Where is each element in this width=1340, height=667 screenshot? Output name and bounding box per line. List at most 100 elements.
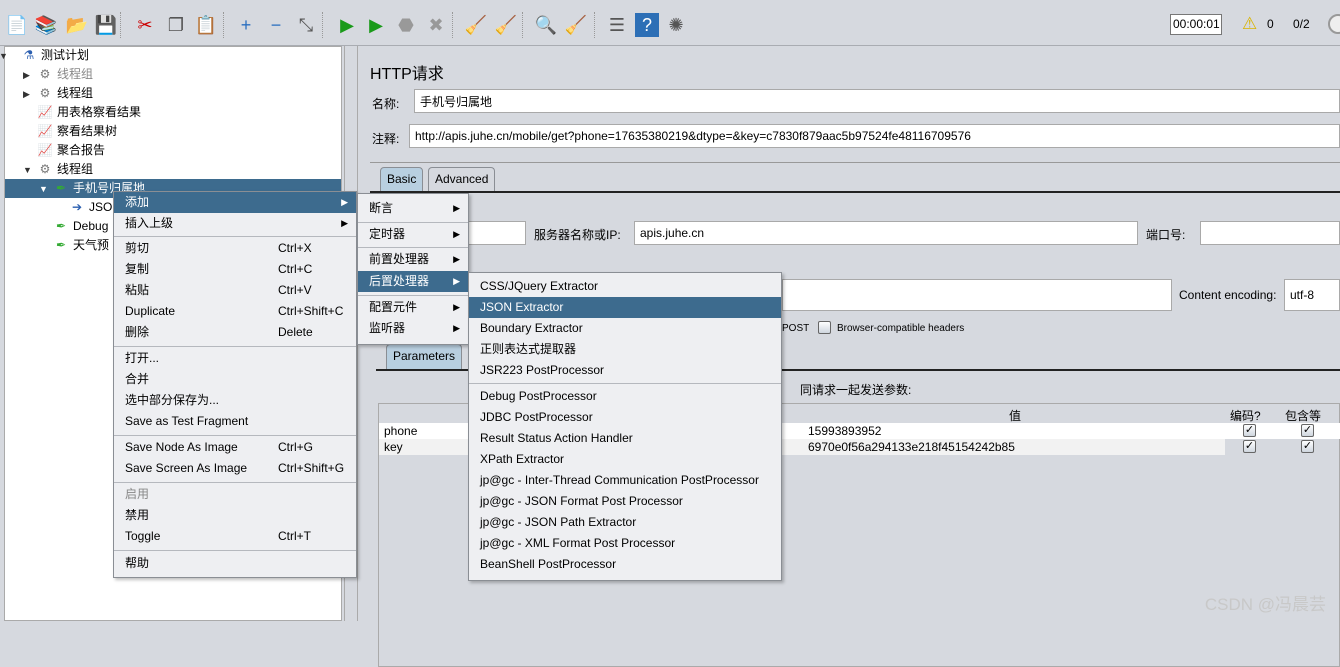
tree-node[interactable]: 📈 用表格察看结果 — [37, 103, 142, 122]
menu-item[interactable]: jp@gc - JSON Path Extractor — [469, 512, 781, 533]
param-name[interactable]: phone — [384, 424, 417, 438]
menu-item[interactable]: Save as Test Fragment — [114, 411, 356, 432]
menu-item[interactable]: 监听器 ▶ — [358, 318, 468, 339]
menu-item[interactable]: 断言 ▶ — [358, 198, 468, 219]
tree-node[interactable]: ✒ 天气预 — [53, 236, 109, 255]
encode-checkbox[interactable]: ✓ — [1243, 440, 1256, 453]
browser-headers-checkbox[interactable] — [818, 321, 831, 334]
menu-item[interactable]: BeanShell PostProcessor — [469, 554, 781, 575]
tree-node[interactable]: 📈 聚合报告 — [37, 141, 106, 160]
menu-item[interactable]: 删除 Delete — [114, 322, 356, 343]
warning-icon[interactable]: ⚠ — [1242, 14, 1257, 34]
collapse-icon[interactable]: − — [264, 13, 288, 37]
menu-item[interactable]: 启用 — [114, 484, 356, 505]
expand-icon[interactable]: + — [234, 13, 258, 37]
menu-item[interactable]: Save Node As Image Ctrl+G — [114, 437, 356, 458]
paste-icon[interactable]: 📋 — [194, 13, 218, 37]
menu-item[interactable]: Boundary Extractor — [469, 318, 781, 339]
tree-node[interactable]: ✒ Debug — [53, 217, 108, 236]
tree-node[interactable]: ⚗ 测试计划 — [21, 46, 89, 65]
menu-item[interactable]: 选中部分保存为... — [114, 390, 356, 411]
encode-checkbox[interactable]: ✓ — [1243, 424, 1256, 437]
warning-count: 0 — [1267, 17, 1274, 31]
toggle-icon[interactable]: ⤡ — [294, 13, 318, 37]
menu-item[interactable]: Duplicate Ctrl+Shift+C — [114, 301, 356, 322]
menu-separator — [358, 222, 468, 223]
menu-item[interactable]: 后置处理器 ▶ — [358, 271, 468, 292]
menu-item[interactable]: JSON Extractor — [469, 297, 781, 318]
menu-item[interactable]: CSS/JQuery Extractor — [469, 276, 781, 297]
menu-item[interactable]: JSR223 PostProcessor — [469, 360, 781, 381]
menu-item[interactable]: 前置处理器 ▶ — [358, 249, 468, 270]
menu-item[interactable]: Toggle Ctrl+T — [114, 526, 356, 547]
menu-item[interactable]: 帮助 — [114, 553, 356, 574]
menu-item-label: jp@gc - JSON Format Post Processor — [480, 494, 683, 508]
menu-item[interactable]: 正则表达式提取器 — [469, 339, 781, 360]
menu-item[interactable]: jp@gc - JSON Format Post Processor — [469, 491, 781, 512]
tab-parameters[interactable]: Parameters — [386, 344, 463, 369]
reset-search-icon[interactable]: 🧹 — [564, 13, 588, 37]
name-input[interactable] — [414, 89, 1340, 113]
menu-item[interactable]: 添加 ▶ — [114, 192, 356, 213]
toolbar: 📄 📚 📂 💾 ✂ ❐ 📋 + − ⤡ ▶ ▶ ⬣ ✖ 🧹 🧹 🔍 🧹 ☰? ✺ 00:00:01 ⚠ 0 0/2 — [0, 0, 1340, 46]
menu-item[interactable]: 复制 Ctrl+C — [114, 259, 356, 280]
clear-all-icon[interactable]: 🧹 — [494, 13, 518, 37]
menu-item[interactable]: Save Screen As Image Ctrl+Shift+G — [114, 458, 356, 479]
save-icon[interactable]: 💾 — [94, 13, 118, 37]
browser-headers-label: Browser-compatible headers — [837, 323, 965, 334]
tab-advanced[interactable]: Advanced — [428, 167, 496, 191]
menu-item[interactable]: 定时器 ▶ — [358, 224, 468, 245]
stop-icon[interactable]: ⬣ — [394, 13, 418, 37]
menu-item-label: jp@gc - Inter-Thread Communication PostP… — [480, 473, 759, 487]
menu-item-shortcut: Ctrl+X — [278, 241, 312, 255]
encoding-input[interactable] — [1284, 279, 1340, 311]
menu-item[interactable]: jp@gc - XML Format Post Processor — [469, 533, 781, 554]
include-equals-checkbox[interactable]: ✓ — [1301, 440, 1314, 453]
menu-item[interactable]: 剪切 Ctrl+X — [114, 238, 356, 259]
menu-item[interactable]: 粘贴 Ctrl+V — [114, 280, 356, 301]
copy-icon[interactable]: ❐ — [164, 13, 188, 37]
remote-icon[interactable]: ✺ — [664, 13, 688, 37]
menu-item[interactable]: 配置元件 ▶ — [358, 297, 468, 318]
comment-input[interactable] — [409, 124, 1340, 148]
new-icon[interactable]: 📄 — [5, 13, 29, 37]
tree-node[interactable]: 📈 察看结果树 — [37, 122, 118, 141]
param-name[interactable]: key — [384, 440, 403, 454]
function-helper-icon[interactable]: ☰ — [605, 13, 629, 37]
expand-toggle[interactable]: ▼ — [39, 184, 48, 194]
expand-toggle[interactable]: ▶ — [23, 89, 30, 100]
cut-icon[interactable]: ✂ — [133, 13, 157, 37]
include-equals-checkbox[interactable]: ✓ — [1301, 424, 1314, 437]
server-input[interactable] — [634, 221, 1138, 245]
start-icon[interactable]: ▶ — [335, 13, 359, 37]
param-value[interactable]: 15993893952 — [808, 424, 881, 438]
expand-toggle[interactable]: ▼ — [23, 165, 32, 175]
port-input[interactable] — [1200, 221, 1340, 245]
tree-node[interactable]: ⚙ 线程组 — [37, 84, 93, 103]
search-icon[interactable]: 🔍 — [534, 13, 558, 37]
templates-icon[interactable]: 📚 — [34, 13, 58, 37]
tree-node[interactable]: ⚙ 线程组 — [37, 65, 93, 84]
open-icon[interactable]: 📂 — [65, 13, 89, 37]
expand-toggle[interactable]: ▼ — [0, 51, 8, 61]
menu-item[interactable]: jp@gc - Inter-Thread Communication PostP… — [469, 470, 781, 491]
param-value[interactable]: 6970e0f56a294133e218f45154242b85 — [808, 440, 1015, 454]
tab-basic[interactable]: Basic — [380, 167, 424, 191]
menu-item[interactable]: Debug PostProcessor — [469, 386, 781, 407]
menu-item-label: Toggle — [125, 529, 161, 543]
menu-item[interactable]: JDBC PostProcessor — [469, 407, 781, 428]
menu-item[interactable]: 禁用 — [114, 505, 356, 526]
menu-item[interactable]: Result Status Action Handler — [469, 428, 781, 449]
path-input[interactable] — [782, 279, 1172, 311]
expand-toggle[interactable]: ▶ — [23, 70, 30, 81]
shutdown-icon[interactable]: ✖ — [424, 13, 448, 37]
menu-item[interactable]: 插入上级 ▶ — [114, 213, 356, 234]
start-no-pause-icon[interactable]: ▶ — [364, 13, 388, 37]
menu-item[interactable]: XPath Extractor — [469, 449, 781, 470]
menu-item[interactable]: 合并 — [114, 369, 356, 390]
tree-node[interactable]: ⚙ 线程组 — [37, 160, 93, 179]
tree-node-label: 察看结果树 — [57, 124, 118, 138]
clear-icon[interactable]: 🧹 — [464, 13, 488, 37]
menu-item[interactable]: 打开... — [114, 348, 356, 369]
help-icon[interactable]: ? — [635, 13, 659, 37]
